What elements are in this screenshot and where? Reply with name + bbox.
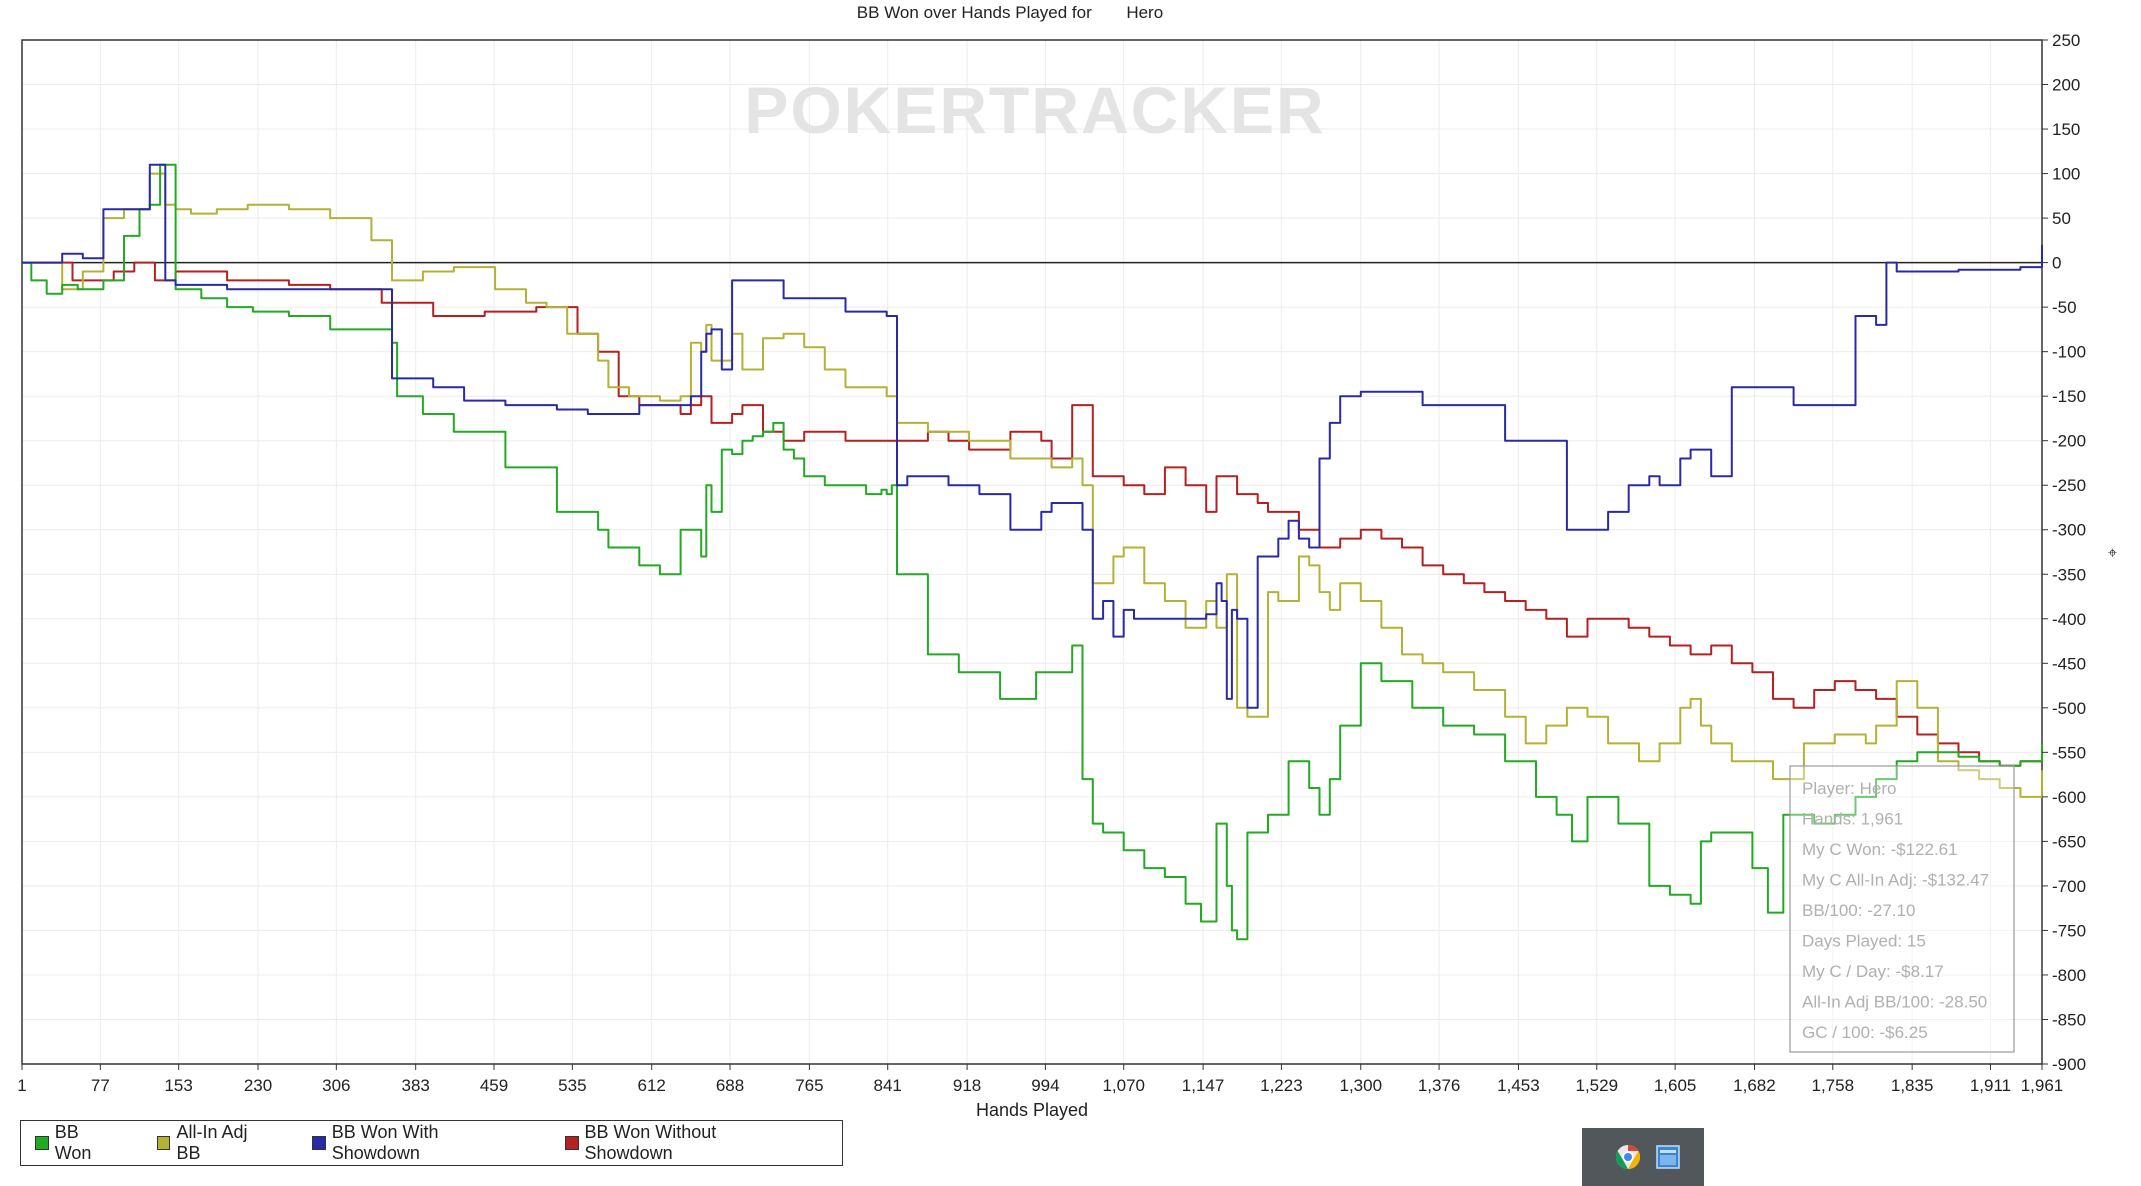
legend-label: BB Won Without Showdown	[584, 1122, 717, 1163]
x-tick-label: 1,911	[1970, 1076, 2011, 1095]
x-tick-label: 1,835	[1891, 1076, 1934, 1095]
y-tick-label: 0	[2052, 254, 2061, 273]
y-tick-label: -550	[2052, 743, 2086, 762]
tooltip-line: BB/100: -27.10	[1802, 901, 1915, 920]
y-tick-label: -400	[2052, 610, 2086, 629]
site-badge-icon: ▆	[1102, 3, 1117, 23]
y-tick-label: -450	[2052, 654, 2086, 673]
y-tick-label: -250	[2052, 476, 2086, 495]
x-tick-label: 1,300	[1339, 1076, 1382, 1095]
x-tick-label: 1,070	[1102, 1076, 1145, 1095]
x-tick-label: 1,147	[1182, 1076, 1225, 1095]
crosshair-cursor-icon: ⌖	[2108, 545, 2117, 562]
x-tick-label: 383	[402, 1076, 430, 1095]
x-tick-label: 1,529	[1576, 1076, 1619, 1095]
x-tick-label: 994	[1031, 1076, 1059, 1095]
x-tick-label: 1,223	[1260, 1076, 1303, 1095]
series-group	[22, 163, 2043, 941]
series-line-bb-won	[22, 163, 2043, 941]
x-tick-label: 612	[638, 1076, 666, 1095]
x-tick-label: 535	[558, 1076, 586, 1095]
legend-item-bb-won-with-showdown[interactable]: BB Won With Showdown	[312, 1122, 527, 1164]
tooltip: Player: Hero Hands: 1,961 My C Won: -$122.…	[1789, 765, 2015, 1053]
y-tick-label: 250	[2052, 31, 2080, 50]
y-tick-label: 100	[2052, 165, 2080, 184]
legend: BB Won All-In Adj BB BB Won With Showdow…	[20, 1120, 843, 1166]
tooltip-line: All-In Adj BB/100: -28.50	[1802, 993, 1987, 1012]
x-tick-label: 688	[716, 1076, 744, 1095]
y-tick-label: -200	[2052, 432, 2086, 451]
legend-label: All-In Adj BB	[176, 1122, 248, 1163]
y-tick-label: -300	[2052, 521, 2086, 540]
grid	[21, 39, 2043, 1065]
tooltip-line: My C / Day: -$8.17	[1802, 962, 1944, 981]
legend-swatch	[564, 1136, 579, 1150]
x-tick-label: 1,605	[1654, 1076, 1697, 1095]
tooltip-line: GC / 100: -$6.25	[1802, 1023, 1928, 1042]
y-tick-label: -100	[2052, 343, 2086, 362]
y-tick-label: -600	[2052, 788, 2086, 807]
x-tick-label: 765	[795, 1076, 823, 1095]
y-tick-label: -150	[2052, 387, 2086, 406]
y-tick-label: 150	[2052, 120, 2080, 139]
legend-label: BB Won With Showdown	[331, 1122, 439, 1163]
legend-swatch	[312, 1136, 326, 1150]
x-tick-label: 1,453	[1497, 1076, 1540, 1095]
legend-swatch	[35, 1136, 49, 1150]
x-tick-label: 1	[17, 1076, 26, 1095]
chrome-icon[interactable]	[1614, 1143, 1642, 1171]
y-tick-label: 50	[2052, 209, 2071, 228]
y-tick-label: -700	[2052, 877, 2086, 896]
taskbar	[1582, 1128, 1704, 1186]
legend-item-bb-won[interactable]: BB Won	[35, 1122, 119, 1164]
x-tick-label: 841	[874, 1076, 902, 1095]
x-tick-label: 77	[91, 1076, 110, 1095]
watermark: POKERTRACKER	[744, 73, 1325, 147]
x-tick-label: 306	[322, 1076, 350, 1095]
y-tick-label: -900	[2052, 1055, 2086, 1074]
legend-item-all-in-adj-bb[interactable]: All-In Adj BB	[156, 1122, 274, 1164]
x-tick-label: 459	[480, 1076, 508, 1095]
chart-title: BB Won over Hands Played for ▆ Hero	[857, 3, 1163, 23]
y-tick-label: -350	[2052, 565, 2086, 584]
y-tick-label: -50	[2052, 298, 2077, 317]
x-tick-label: 1,682	[1733, 1076, 1776, 1095]
tooltip-line: Days Played: 15	[1802, 932, 1926, 951]
tooltip-line: My C All-In Adj: -$132.47	[1802, 871, 1989, 890]
y-tick-label: -500	[2052, 699, 2086, 718]
legend-item-bb-won-without-showdown[interactable]: BB Won Without Showdown	[564, 1122, 804, 1164]
y-tick-label: -850	[2052, 1010, 2086, 1029]
x-axis: 1 77 153 230 306 383 459 535 612 688 765 841 918 994 1…	[17, 1064, 2063, 1095]
chart-title-player: Hero	[1126, 3, 1163, 22]
legend-swatch	[156, 1136, 171, 1150]
y-tick-label: -650	[2052, 832, 2086, 851]
series-line-bb-won-without-showdown	[22, 261, 2043, 767]
tooltip-line: Hands: 1,961	[1802, 810, 1903, 829]
chart-title-prefix: BB Won over Hands Played for	[857, 3, 1092, 22]
x-tick-label: 230	[244, 1076, 272, 1095]
y-axis: 250 200 150 100 50 0 -50 -100 -150 -200 -250 -300 -3…	[2042, 31, 2086, 1074]
x-tick-label: 918	[953, 1076, 981, 1095]
plot-frame	[21, 39, 2043, 1065]
tooltip-line: My C Won: -$122.61	[1802, 840, 1958, 859]
tooltip-line: Player: Hero	[1802, 779, 1896, 798]
x-tick-label: 1,376	[1418, 1076, 1461, 1095]
chart: BB Won over Hands Played for ▆ Hero POKE…	[17, 3, 2117, 1120]
y-tick-label: 200	[2052, 76, 2080, 95]
x-axis-label: Hands Played	[976, 1100, 1088, 1120]
legend-label: BB Won	[54, 1122, 92, 1163]
x-tick-label: 153	[164, 1076, 192, 1095]
window-icon[interactable]	[1654, 1143, 1682, 1171]
x-tick-label: 1,961	[2021, 1076, 2064, 1095]
y-tick-label: -750	[2052, 921, 2086, 940]
series-line-bb-won-with-showdown	[22, 163, 2043, 709]
x-tick-label: 1,758	[1812, 1076, 1855, 1095]
y-tick-label: -800	[2052, 966, 2086, 985]
